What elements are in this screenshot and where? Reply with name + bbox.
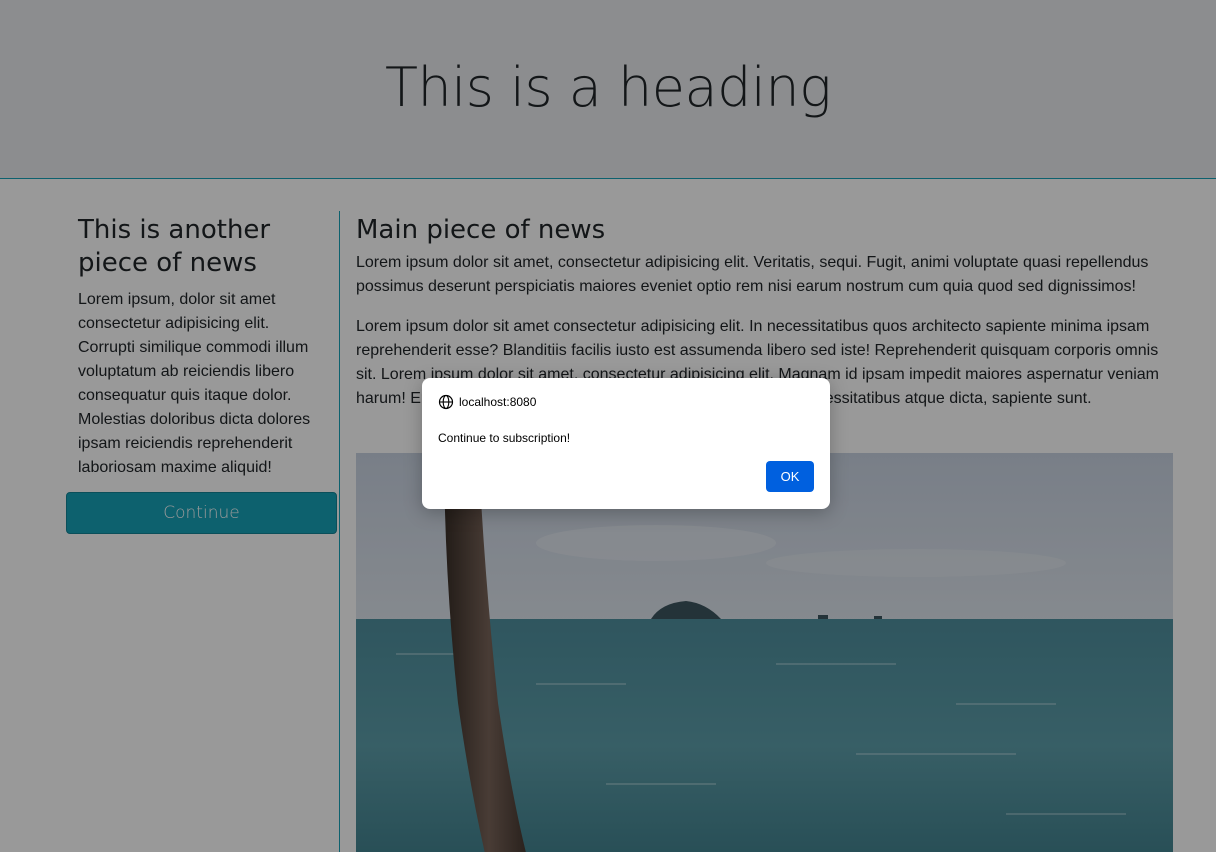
dialog-origin-text: localhost:8080 [459, 395, 537, 409]
ok-button[interactable]: OK [766, 461, 814, 492]
alert-dialog: localhost:8080 Continue to subscription!… [422, 378, 830, 509]
globe-icon [438, 394, 454, 410]
dialog-origin: localhost:8080 [438, 394, 536, 410]
dialog-message: Continue to subscription! [438, 431, 571, 445]
page: This is a heading This is another piece … [0, 0, 1216, 852]
